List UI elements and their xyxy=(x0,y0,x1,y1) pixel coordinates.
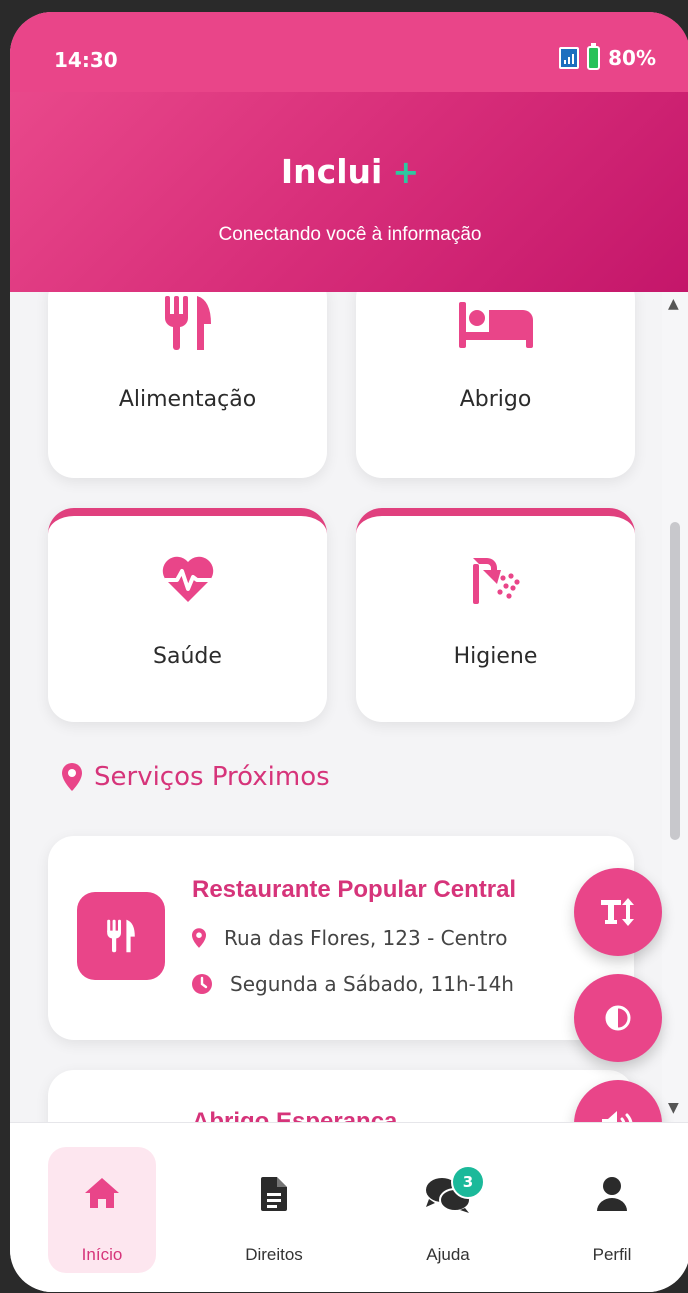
battery-icon xyxy=(587,43,601,70)
document-icon xyxy=(220,1177,328,1217)
service-name: Restaurante Popular Central xyxy=(192,876,517,903)
nav-item-ajuda[interactable]: 3 Ajuda xyxy=(394,1147,502,1273)
nav-label: Início xyxy=(81,1245,123,1264)
scroll-down-icon[interactable]: ▼ xyxy=(668,1100,679,1116)
text-height-icon xyxy=(601,898,634,926)
category-label: Saúde xyxy=(153,644,222,669)
utensils-icon xyxy=(48,296,327,354)
service-card[interactable]: Abrigo Esperança xyxy=(48,1070,634,1122)
nav-item-perfil[interactable]: Perfil xyxy=(558,1147,666,1273)
nav-label: Ajuda xyxy=(426,1245,470,1264)
scrollbar[interactable]: ▲ ▼ xyxy=(662,292,688,1122)
scroll-up-icon[interactable]: ▲ xyxy=(668,296,679,312)
service-hours: Segunda a Sábado, 11h-14h xyxy=(192,972,514,996)
app-title: Inclui xyxy=(280,152,383,191)
category-card-higiene[interactable]: Higiene xyxy=(356,508,635,722)
status-time: 14:30 xyxy=(54,48,118,72)
service-icon xyxy=(77,892,165,980)
category-label: Alimentação xyxy=(118,387,257,412)
service-hours-text: Segunda a Sábado, 11h-14h xyxy=(230,972,514,996)
map-pin-icon xyxy=(192,928,206,948)
app-header: 14:30 80% Inclui + Conectando você à info… xyxy=(10,12,688,292)
bed-icon xyxy=(356,302,635,352)
nav-item-inicio[interactable]: Início xyxy=(48,1147,156,1273)
notification-badge: 3 xyxy=(451,1165,485,1199)
contrast-button[interactable] xyxy=(574,974,662,1062)
service-address: Rua das Flores, 123 - Centro xyxy=(192,926,507,950)
clock-icon xyxy=(192,974,212,994)
nav-label: Direitos xyxy=(245,1245,303,1264)
comments-icon: 3 xyxy=(394,1165,502,1217)
section-header: Serviços Próximos xyxy=(62,762,330,792)
app-subtitle: Conectando você à informação xyxy=(218,224,482,245)
app-title-row: Inclui + xyxy=(10,152,688,191)
nav-label: Perfil xyxy=(592,1245,632,1264)
section-title: Serviços Próximos xyxy=(94,762,330,792)
signal-icon xyxy=(559,47,580,69)
app-title-plus: + xyxy=(392,153,420,191)
service-name: Abrigo Esperança xyxy=(192,1108,398,1122)
status-bar: 14:30 80% xyxy=(10,12,688,92)
shower-icon xyxy=(356,556,635,608)
status-icons: 80% xyxy=(559,43,656,70)
category-card-alimentacao[interactable]: Alimentação xyxy=(48,292,327,478)
map-pin-icon xyxy=(62,763,82,791)
text-size-button[interactable] xyxy=(574,868,662,956)
user-icon xyxy=(558,1177,666,1217)
service-card[interactable]: Restaurante Popular Central Rua das Flor… xyxy=(48,836,634,1040)
category-label: Abrigo xyxy=(459,387,532,412)
main-content[interactable]: Alimentação Abrigo Saúde Higiene Serviço… xyxy=(10,292,662,1122)
bottom-navigation: Início Direitos 3 Ajuda Perfil xyxy=(10,1122,688,1292)
category-label: Higiene xyxy=(453,644,538,669)
category-card-saude[interactable]: Saúde xyxy=(48,508,327,722)
category-card-abrigo[interactable]: Abrigo xyxy=(356,292,635,478)
heartbeat-icon xyxy=(48,556,327,608)
contrast-icon xyxy=(605,1005,631,1031)
scrollbar-thumb[interactable] xyxy=(670,522,680,840)
battery-percent: 80% xyxy=(608,46,656,70)
phone-screen: 14:30 80% Inclui + Conectando você à info… xyxy=(10,12,688,1292)
utensils-icon xyxy=(107,919,135,953)
service-address-text: Rua das Flores, 123 - Centro xyxy=(224,926,508,950)
home-icon xyxy=(48,1177,156,1217)
nav-item-direitos[interactable]: Direitos xyxy=(220,1147,328,1273)
